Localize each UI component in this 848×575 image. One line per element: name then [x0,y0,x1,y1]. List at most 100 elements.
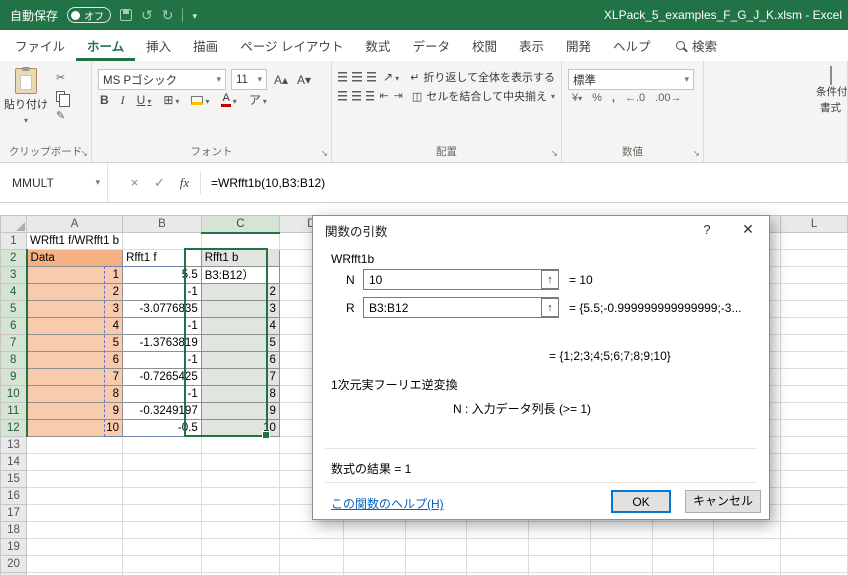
tab-表示[interactable]: 表示 [508,30,555,61]
cell-E20[interactable] [343,556,405,573]
cell-E19[interactable] [343,539,405,556]
autosave-toggle[interactable]: オフ [67,7,111,23]
cell-C1[interactable] [201,233,279,250]
cell-A19[interactable] [27,539,123,556]
align-bottom-icon[interactable] [367,72,376,82]
cell-C10[interactable]: 8 [201,386,279,403]
row-header-4[interactable]: 4 [1,284,27,301]
cell-A6[interactable]: 4 [27,318,123,335]
increase-decimal-icon[interactable]: ←.0 [625,93,645,104]
font-size-combo[interactable]: 11 [231,69,267,90]
align-right-icon[interactable] [366,91,375,101]
cell-A8[interactable]: 6 [27,352,123,369]
cell-B15[interactable] [123,471,202,488]
cell-B16[interactable] [123,488,202,505]
cell-A7[interactable]: 5 [27,335,123,352]
cell-L10[interactable] [781,386,848,403]
decrease-indent-icon[interactable]: ⇤ [379,91,388,102]
row-header-2[interactable]: 2 [1,250,27,267]
cell-A10[interactable]: 8 [27,386,123,403]
underline-button[interactable]: U [135,94,154,106]
tab-ヘルプ[interactable]: ヘルプ [602,30,662,61]
arg-r-input[interactable] [363,297,559,318]
cell-A12[interactable]: 10 [27,420,123,437]
cell-F18[interactable] [405,522,467,539]
cell-C2[interactable]: Rfft1 b [201,250,279,267]
cell-A5[interactable]: 3 [27,301,123,318]
align-middle-icon[interactable] [352,72,361,82]
cell-B9[interactable]: -0.7265425 [123,369,202,386]
row-header-7[interactable]: 7 [1,335,27,352]
tab-描画[interactable]: 描画 [182,30,229,61]
bold-button[interactable]: B [98,94,111,106]
cell-B6[interactable]: -1 [123,318,202,335]
cell-B3[interactable]: 5.5 [123,267,202,284]
formula-text[interactable]: =WRfft1b(10,B3:B12) [204,176,325,190]
cell-J19[interactable] [652,539,714,556]
row-header-1[interactable]: 1 [1,233,27,250]
cell-G19[interactable] [467,539,529,556]
cell-C13[interactable] [201,437,279,454]
percent-style-icon[interactable]: % [592,93,602,104]
row-header-17[interactable]: 17 [1,505,27,522]
decrease-decimal-icon[interactable]: .00→ [655,93,681,104]
insert-function-icon[interactable]: fx [172,175,197,191]
cell-H19[interactable] [529,539,591,556]
paste-button[interactable]: 貼り付け [4,68,48,126]
cell-G18[interactable] [467,522,529,539]
dialog-close-icon[interactable]: ✕ [737,221,759,238]
col-header-B[interactable]: B [123,216,202,233]
row-header-14[interactable]: 14 [1,454,27,471]
cell-C18[interactable] [201,522,279,539]
row-header-11[interactable]: 11 [1,403,27,420]
row-header-18[interactable]: 18 [1,522,27,539]
redo-icon[interactable]: ↻ [162,8,174,22]
cell-A11[interactable]: 9 [27,403,123,420]
row-header-9[interactable]: 9 [1,369,27,386]
cell-J20[interactable] [652,556,714,573]
cell-C3[interactable]: B3:B12） [201,267,279,284]
font-color-icon[interactable]: A [219,93,238,107]
ok-button[interactable]: OK [611,490,671,513]
cell-A17[interactable] [27,505,123,522]
cell-L7[interactable] [781,335,848,352]
decrease-font-icon[interactable]: A▾ [295,74,313,86]
save-icon[interactable] [120,9,132,21]
copy-icon[interactable] [56,91,65,102]
cell-L11[interactable] [781,403,848,420]
cell-E18[interactable] [343,522,405,539]
cell-B13[interactable] [123,437,202,454]
cell-A1[interactable]: WRfft1 f/WRfft1 b [27,233,123,250]
align-top-icon[interactable] [338,72,347,82]
cell-A2[interactable]: Data [27,250,123,267]
cell-J18[interactable] [652,522,714,539]
cell-B20[interactable] [123,556,202,573]
customize-qat-icon[interactable] [192,8,197,22]
cut-icon[interactable]: ✂ [56,71,65,84]
cell-B8[interactable]: -1 [123,352,202,369]
cell-F19[interactable] [405,539,467,556]
arg-n-input[interactable] [363,269,559,290]
phonetic-guide-icon[interactable]: ア [247,94,269,106]
cell-B11[interactable]: -0.3249197 [123,403,202,420]
cell-C17[interactable] [201,505,279,522]
font-name-combo[interactable]: MS Pゴシック [98,69,226,90]
cell-L17[interactable] [781,505,848,522]
dialog-help-icon[interactable]: ? [697,222,717,237]
cell-B17[interactable] [123,505,202,522]
tab-数式[interactable]: 数式 [354,30,401,61]
cell-L13[interactable] [781,437,848,454]
cell-A18[interactable] [27,522,123,539]
cell-B5[interactable]: -3.0776835 [123,301,202,318]
arg-r-range-picker-icon[interactable] [541,298,559,317]
cell-C6[interactable]: 4 [201,318,279,335]
enter-formula-icon[interactable]: ✓ [147,175,172,191]
cell-K20[interactable] [714,556,781,573]
cell-A16[interactable] [27,488,123,505]
cell-B7[interactable]: -1.3763819 [123,335,202,352]
cell-D20[interactable] [279,556,343,573]
cell-L20[interactable] [781,556,848,573]
cell-C16[interactable] [201,488,279,505]
increase-font-icon[interactable]: A▴ [272,74,290,86]
cell-G20[interactable] [467,556,529,573]
